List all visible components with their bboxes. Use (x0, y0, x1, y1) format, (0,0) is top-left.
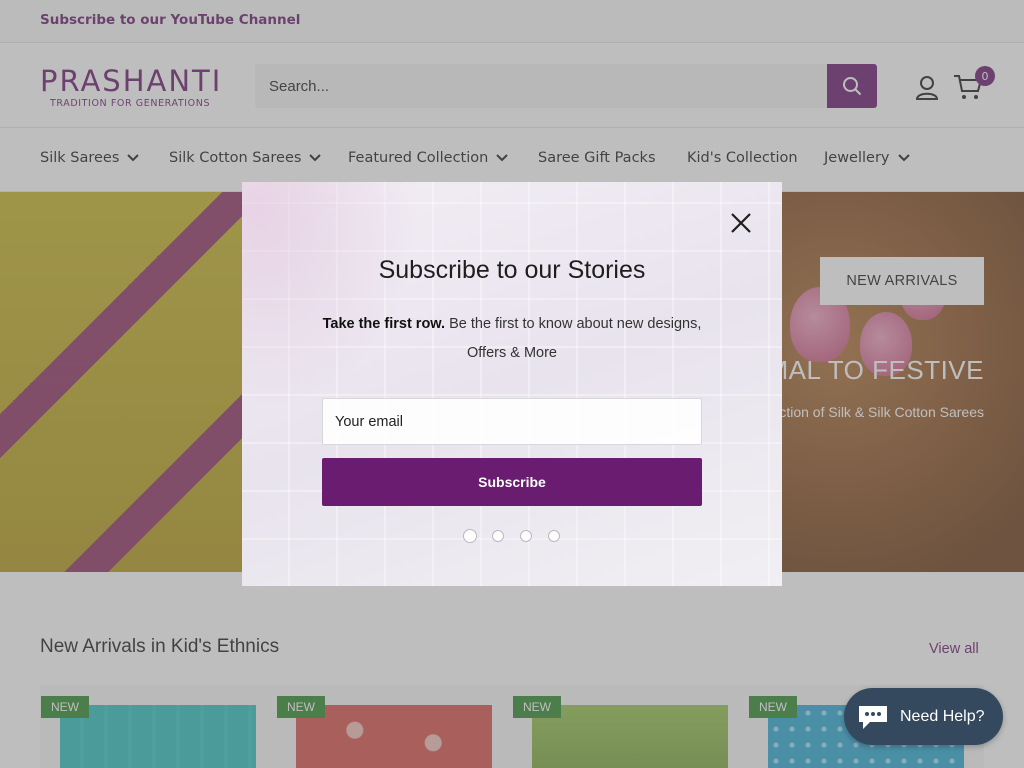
email-field (322, 398, 702, 445)
newsletter-modal: Subscribe to our Stories Take the first … (242, 182, 782, 586)
chat-label: Need Help? (900, 707, 985, 725)
modal-description: Take the first row. Be the first to know… (322, 310, 702, 368)
email-input[interactable] (323, 399, 701, 444)
chat-bubble-icon (859, 705, 887, 729)
carousel-dot[interactable] (464, 530, 476, 542)
modal-description-rest: Be the first to know about new designs, … (445, 316, 702, 361)
carousel-dot[interactable] (548, 530, 560, 542)
subscribe-button[interactable]: Subscribe (322, 458, 702, 506)
close-icon (731, 213, 751, 233)
modal-title: Subscribe to our Stories (378, 256, 646, 284)
chat-widget-button[interactable]: Need Help? (844, 688, 1003, 745)
carousel-dot[interactable] (492, 530, 504, 542)
carousel-dot[interactable] (520, 530, 532, 542)
modal-background-tint (242, 182, 422, 412)
modal-description-bold: Take the first row. (322, 316, 446, 332)
close-button[interactable] (726, 208, 756, 238)
carousel-dots (464, 530, 560, 542)
